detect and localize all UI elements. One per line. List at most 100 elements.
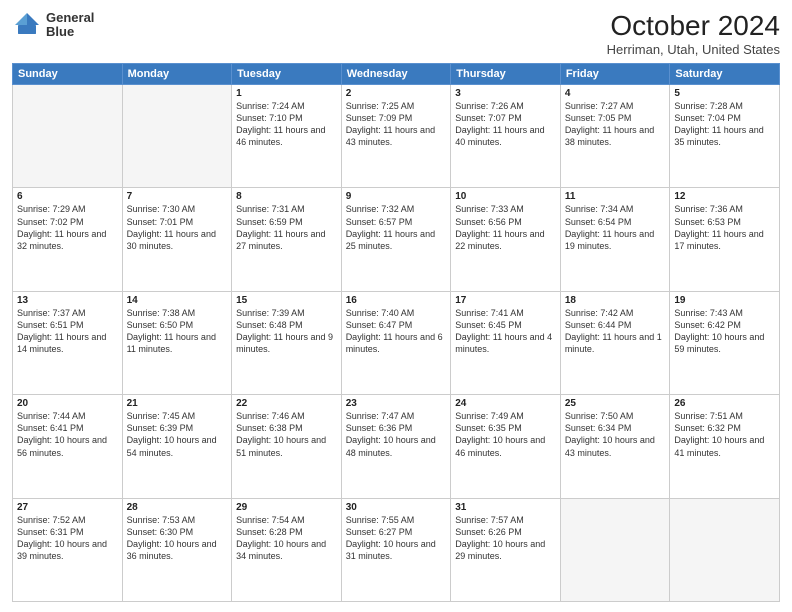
day-info: Sunrise: 7:52 AM Sunset: 6:31 PM Dayligh… — [17, 514, 118, 563]
day-number: 5 — [674, 88, 775, 99]
table-row: 6Sunrise: 7:29 AM Sunset: 7:02 PM Daylig… — [13, 188, 123, 291]
day-info: Sunrise: 7:38 AM Sunset: 6:50 PM Dayligh… — [127, 307, 228, 356]
logo: General Blue — [12, 10, 94, 40]
day-info: Sunrise: 7:46 AM Sunset: 6:38 PM Dayligh… — [236, 410, 337, 459]
col-monday: Monday — [122, 64, 232, 85]
day-number: 16 — [346, 295, 447, 306]
day-info: Sunrise: 7:30 AM Sunset: 7:01 PM Dayligh… — [127, 203, 228, 252]
day-number: 13 — [17, 295, 118, 306]
col-tuesday: Tuesday — [232, 64, 342, 85]
col-wednesday: Wednesday — [341, 64, 451, 85]
calendar-table: Sunday Monday Tuesday Wednesday Thursday… — [12, 63, 780, 602]
table-row: 5Sunrise: 7:28 AM Sunset: 7:04 PM Daylig… — [670, 85, 780, 188]
page-subtitle: Herriman, Utah, United States — [607, 42, 780, 57]
calendar-header-row: Sunday Monday Tuesday Wednesday Thursday… — [13, 64, 780, 85]
logo-line2: Blue — [46, 25, 94, 39]
header: General Blue October 2024 Herriman, Utah… — [12, 10, 780, 57]
day-info: Sunrise: 7:43 AM Sunset: 6:42 PM Dayligh… — [674, 307, 775, 356]
table-row: 12Sunrise: 7:36 AM Sunset: 6:53 PM Dayli… — [670, 188, 780, 291]
day-info: Sunrise: 7:27 AM Sunset: 7:05 PM Dayligh… — [565, 100, 666, 149]
table-row — [122, 85, 232, 188]
day-info: Sunrise: 7:40 AM Sunset: 6:47 PM Dayligh… — [346, 307, 447, 356]
table-row: 19Sunrise: 7:43 AM Sunset: 6:42 PM Dayli… — [670, 291, 780, 394]
table-row: 1Sunrise: 7:24 AM Sunset: 7:10 PM Daylig… — [232, 85, 342, 188]
day-number: 30 — [346, 502, 447, 513]
day-number: 4 — [565, 88, 666, 99]
day-info: Sunrise: 7:29 AM Sunset: 7:02 PM Dayligh… — [17, 203, 118, 252]
page-title: October 2024 — [607, 10, 780, 42]
day-number: 27 — [17, 502, 118, 513]
table-row: 30Sunrise: 7:55 AM Sunset: 6:27 PM Dayli… — [341, 498, 451, 601]
day-number: 23 — [346, 398, 447, 409]
table-row: 22Sunrise: 7:46 AM Sunset: 6:38 PM Dayli… — [232, 395, 342, 498]
calendar-week-row: 20Sunrise: 7:44 AM Sunset: 6:41 PM Dayli… — [13, 395, 780, 498]
table-row: 7Sunrise: 7:30 AM Sunset: 7:01 PM Daylig… — [122, 188, 232, 291]
day-number: 9 — [346, 191, 447, 202]
day-number: 21 — [127, 398, 228, 409]
col-saturday: Saturday — [670, 64, 780, 85]
table-row: 20Sunrise: 7:44 AM Sunset: 6:41 PM Dayli… — [13, 395, 123, 498]
table-row: 13Sunrise: 7:37 AM Sunset: 6:51 PM Dayli… — [13, 291, 123, 394]
table-row: 4Sunrise: 7:27 AM Sunset: 7:05 PM Daylig… — [560, 85, 670, 188]
table-row: 21Sunrise: 7:45 AM Sunset: 6:39 PM Dayli… — [122, 395, 232, 498]
day-info: Sunrise: 7:41 AM Sunset: 6:45 PM Dayligh… — [455, 307, 556, 356]
table-row: 17Sunrise: 7:41 AM Sunset: 6:45 PM Dayli… — [451, 291, 561, 394]
table-row: 26Sunrise: 7:51 AM Sunset: 6:32 PM Dayli… — [670, 395, 780, 498]
day-info: Sunrise: 7:49 AM Sunset: 6:35 PM Dayligh… — [455, 410, 556, 459]
table-row: 10Sunrise: 7:33 AM Sunset: 6:56 PM Dayli… — [451, 188, 561, 291]
calendar-week-row: 13Sunrise: 7:37 AM Sunset: 6:51 PM Dayli… — [13, 291, 780, 394]
table-row: 3Sunrise: 7:26 AM Sunset: 7:07 PM Daylig… — [451, 85, 561, 188]
day-number: 11 — [565, 191, 666, 202]
day-number: 28 — [127, 502, 228, 513]
table-row: 24Sunrise: 7:49 AM Sunset: 6:35 PM Dayli… — [451, 395, 561, 498]
day-number: 10 — [455, 191, 556, 202]
day-number: 25 — [565, 398, 666, 409]
day-number: 8 — [236, 191, 337, 202]
day-info: Sunrise: 7:47 AM Sunset: 6:36 PM Dayligh… — [346, 410, 447, 459]
day-info: Sunrise: 7:42 AM Sunset: 6:44 PM Dayligh… — [565, 307, 666, 356]
day-number: 1 — [236, 88, 337, 99]
table-row: 2Sunrise: 7:25 AM Sunset: 7:09 PM Daylig… — [341, 85, 451, 188]
day-info: Sunrise: 7:36 AM Sunset: 6:53 PM Dayligh… — [674, 203, 775, 252]
table-row: 11Sunrise: 7:34 AM Sunset: 6:54 PM Dayli… — [560, 188, 670, 291]
table-row: 16Sunrise: 7:40 AM Sunset: 6:47 PM Dayli… — [341, 291, 451, 394]
day-info: Sunrise: 7:54 AM Sunset: 6:28 PM Dayligh… — [236, 514, 337, 563]
day-number: 29 — [236, 502, 337, 513]
day-info: Sunrise: 7:26 AM Sunset: 7:07 PM Dayligh… — [455, 100, 556, 149]
day-info: Sunrise: 7:44 AM Sunset: 6:41 PM Dayligh… — [17, 410, 118, 459]
day-info: Sunrise: 7:32 AM Sunset: 6:57 PM Dayligh… — [346, 203, 447, 252]
day-info: Sunrise: 7:55 AM Sunset: 6:27 PM Dayligh… — [346, 514, 447, 563]
day-info: Sunrise: 7:51 AM Sunset: 6:32 PM Dayligh… — [674, 410, 775, 459]
day-info: Sunrise: 7:25 AM Sunset: 7:09 PM Dayligh… — [346, 100, 447, 149]
table-row: 25Sunrise: 7:50 AM Sunset: 6:34 PM Dayli… — [560, 395, 670, 498]
table-row — [670, 498, 780, 601]
day-info: Sunrise: 7:37 AM Sunset: 6:51 PM Dayligh… — [17, 307, 118, 356]
day-number: 26 — [674, 398, 775, 409]
table-row: 8Sunrise: 7:31 AM Sunset: 6:59 PM Daylig… — [232, 188, 342, 291]
day-number: 15 — [236, 295, 337, 306]
day-number: 6 — [17, 191, 118, 202]
table-row: 31Sunrise: 7:57 AM Sunset: 6:26 PM Dayli… — [451, 498, 561, 601]
table-row: 15Sunrise: 7:39 AM Sunset: 6:48 PM Dayli… — [232, 291, 342, 394]
day-number: 19 — [674, 295, 775, 306]
col-sunday: Sunday — [13, 64, 123, 85]
day-number: 24 — [455, 398, 556, 409]
table-row — [560, 498, 670, 601]
day-number: 20 — [17, 398, 118, 409]
day-info: Sunrise: 7:39 AM Sunset: 6:48 PM Dayligh… — [236, 307, 337, 356]
table-row: 23Sunrise: 7:47 AM Sunset: 6:36 PM Dayli… — [341, 395, 451, 498]
page: General Blue October 2024 Herriman, Utah… — [0, 0, 792, 612]
day-number: 17 — [455, 295, 556, 306]
day-info: Sunrise: 7:34 AM Sunset: 6:54 PM Dayligh… — [565, 203, 666, 252]
day-number: 12 — [674, 191, 775, 202]
title-block: October 2024 Herriman, Utah, United Stat… — [607, 10, 780, 57]
day-info: Sunrise: 7:45 AM Sunset: 6:39 PM Dayligh… — [127, 410, 228, 459]
calendar-week-row: 27Sunrise: 7:52 AM Sunset: 6:31 PM Dayli… — [13, 498, 780, 601]
day-number: 22 — [236, 398, 337, 409]
calendar-week-row: 6Sunrise: 7:29 AM Sunset: 7:02 PM Daylig… — [13, 188, 780, 291]
day-number: 2 — [346, 88, 447, 99]
table-row: 28Sunrise: 7:53 AM Sunset: 6:30 PM Dayli… — [122, 498, 232, 601]
day-number: 31 — [455, 502, 556, 513]
table-row: 29Sunrise: 7:54 AM Sunset: 6:28 PM Dayli… — [232, 498, 342, 601]
table-row: 9Sunrise: 7:32 AM Sunset: 6:57 PM Daylig… — [341, 188, 451, 291]
